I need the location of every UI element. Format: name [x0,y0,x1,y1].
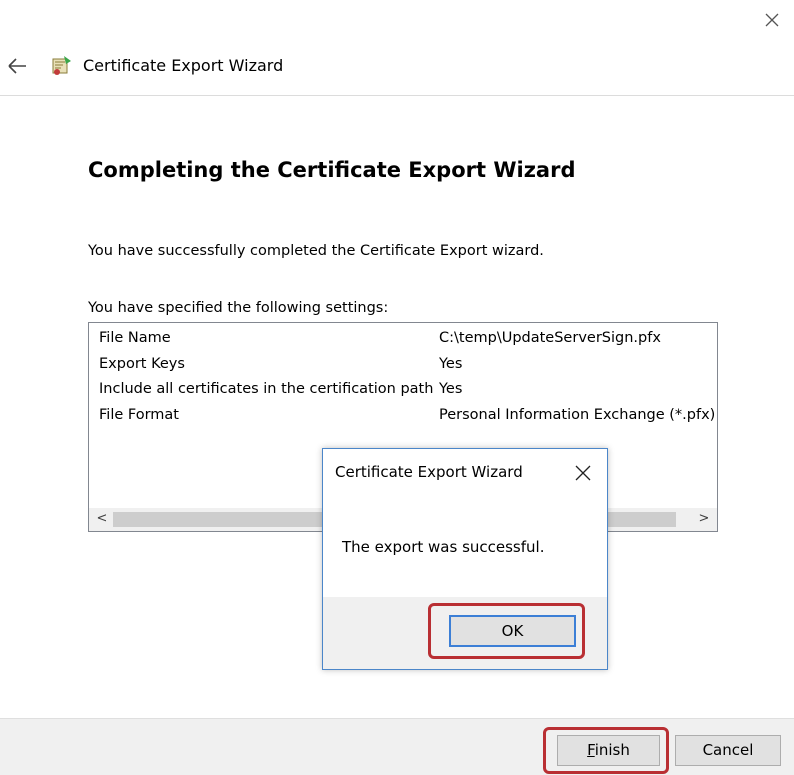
page-heading: Completing the Certificate Export Wizard [88,158,576,182]
setting-key: Include all certificates in the certific… [99,381,434,397]
setting-value: C:\temp\UpdateServerSign.pfx [439,330,661,346]
setting-value: Yes [439,381,463,397]
dialog-title: Certificate Export Wizard [335,463,523,481]
wizard-footer: Finish Cancel [0,718,794,775]
setting-key: File Name [99,330,171,346]
setting-key: File Format [99,407,179,423]
success-text: You have successfully completed the Cert… [88,243,544,259]
dialog-message: The export was successful. [342,538,545,556]
finish-button[interactable]: Finish [557,735,660,766]
header-divider [0,95,794,96]
dialog-close-icon[interactable] [572,462,594,484]
certificate-icon [50,53,74,77]
dialog-footer: OK [323,597,607,669]
scroll-left-icon[interactable]: < [93,510,111,528]
window-close-icon[interactable] [760,8,784,32]
ok-button[interactable]: OK [449,615,576,647]
window-title: Certificate Export Wizard [83,56,284,75]
setting-value: Personal Information Exchange (*.pfx) [439,407,716,423]
back-arrow-icon[interactable] [6,56,30,76]
settings-label: You have specified the following setting… [88,300,389,316]
scroll-right-icon[interactable]: > [695,510,713,528]
setting-value: Yes [439,356,463,372]
cancel-button[interactable]: Cancel [675,735,781,766]
setting-key: Export Keys [99,356,185,372]
success-dialog: Certificate Export Wizard The export was… [322,448,608,670]
